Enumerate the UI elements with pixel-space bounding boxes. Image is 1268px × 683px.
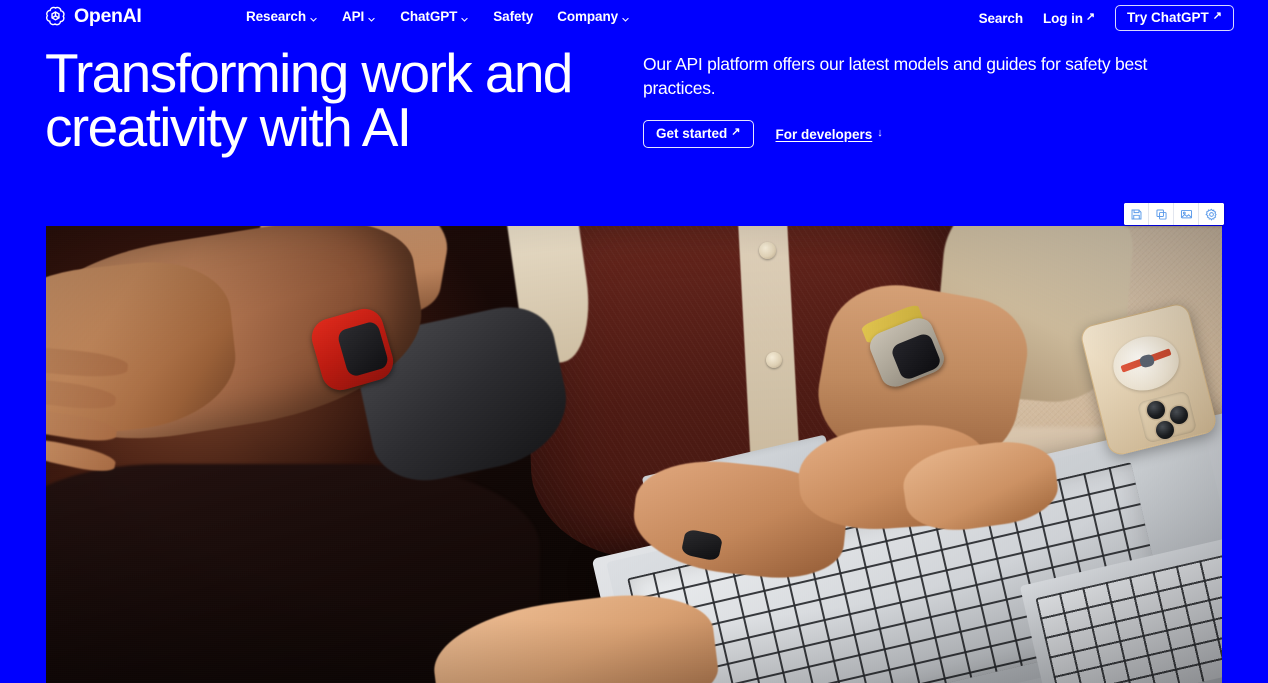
search-button[interactable]: Search bbox=[978, 10, 1024, 26]
hero-image-scene bbox=[46, 226, 1222, 683]
nav-item-research[interactable]: Research bbox=[246, 9, 318, 24]
page-title: Transforming work and creativity with AI bbox=[45, 42, 573, 158]
image-toolbar bbox=[1124, 203, 1224, 225]
save-icon bbox=[1130, 208, 1143, 221]
nav-item-company[interactable]: Company bbox=[557, 9, 630, 24]
search-label: Search bbox=[978, 10, 1024, 26]
hero-image bbox=[46, 226, 1222, 683]
chevron-down-icon bbox=[460, 12, 469, 22]
get-started-label: Get started bbox=[656, 126, 728, 141]
page-root: OpenAI Research API ChatGPT Safety Compa… bbox=[0, 0, 1268, 683]
nav-item-safety[interactable]: Safety bbox=[493, 9, 533, 24]
chevron-down-icon bbox=[309, 12, 318, 22]
nav-item-label: ChatGPT bbox=[400, 9, 458, 24]
try-chatgpt-button[interactable]: Try ChatGPT ↗ bbox=[1115, 5, 1234, 31]
site-header: OpenAI Research API ChatGPT Safety Compa… bbox=[0, 0, 1268, 34]
chevron-down-icon bbox=[621, 12, 630, 22]
for-developers-label: For developers bbox=[775, 126, 873, 142]
brand-name: OpenAI bbox=[74, 5, 142, 27]
nav-item-api[interactable]: API bbox=[342, 9, 376, 24]
nav-item-label: API bbox=[342, 9, 365, 24]
primary-nav: Research API ChatGPT Safety Company bbox=[246, 9, 630, 24]
copy-icon bbox=[1155, 208, 1168, 221]
arrow-up-right-icon: ↗ bbox=[1212, 10, 1222, 22]
header-actions: Search Log in ↗ Try ChatGPT ↗ bbox=[979, 5, 1234, 31]
save-button[interactable] bbox=[1124, 203, 1149, 225]
hero-right-column: Our API platform offers our latest model… bbox=[643, 52, 1223, 148]
copy-button[interactable] bbox=[1149, 203, 1174, 225]
gear-icon bbox=[1205, 208, 1218, 221]
nav-item-label: Research bbox=[246, 9, 306, 24]
openai-blossom-icon bbox=[44, 5, 67, 28]
arrow-down-icon: ↓ bbox=[877, 126, 883, 139]
picture-icon bbox=[1180, 208, 1193, 221]
nav-item-label: Company bbox=[557, 9, 619, 24]
for-developers-link[interactable]: For developers ↓ bbox=[776, 127, 883, 142]
login-label: Log in bbox=[1043, 10, 1083, 26]
arrow-up-right-icon: ↗ bbox=[1085, 10, 1096, 23]
image-button[interactable] bbox=[1174, 203, 1199, 225]
nav-item-chatgpt[interactable]: ChatGPT bbox=[400, 9, 469, 24]
brand-logo-link[interactable]: OpenAI bbox=[44, 5, 142, 28]
chevron-down-icon bbox=[367, 12, 376, 22]
cta-label: Try ChatGPT bbox=[1127, 10, 1209, 25]
settings-button[interactable] bbox=[1199, 203, 1224, 225]
get-started-button[interactable]: Get started ↗ bbox=[643, 120, 754, 148]
hero-actions: Get started ↗ For developers ↓ bbox=[643, 120, 1223, 148]
nav-item-label: Safety bbox=[493, 9, 534, 24]
arrow-up-right-icon: ↗ bbox=[731, 126, 741, 138]
hero-subtitle: Our API platform offers our latest model… bbox=[643, 54, 1148, 98]
login-link[interactable]: Log in ↗ bbox=[1043, 11, 1095, 26]
